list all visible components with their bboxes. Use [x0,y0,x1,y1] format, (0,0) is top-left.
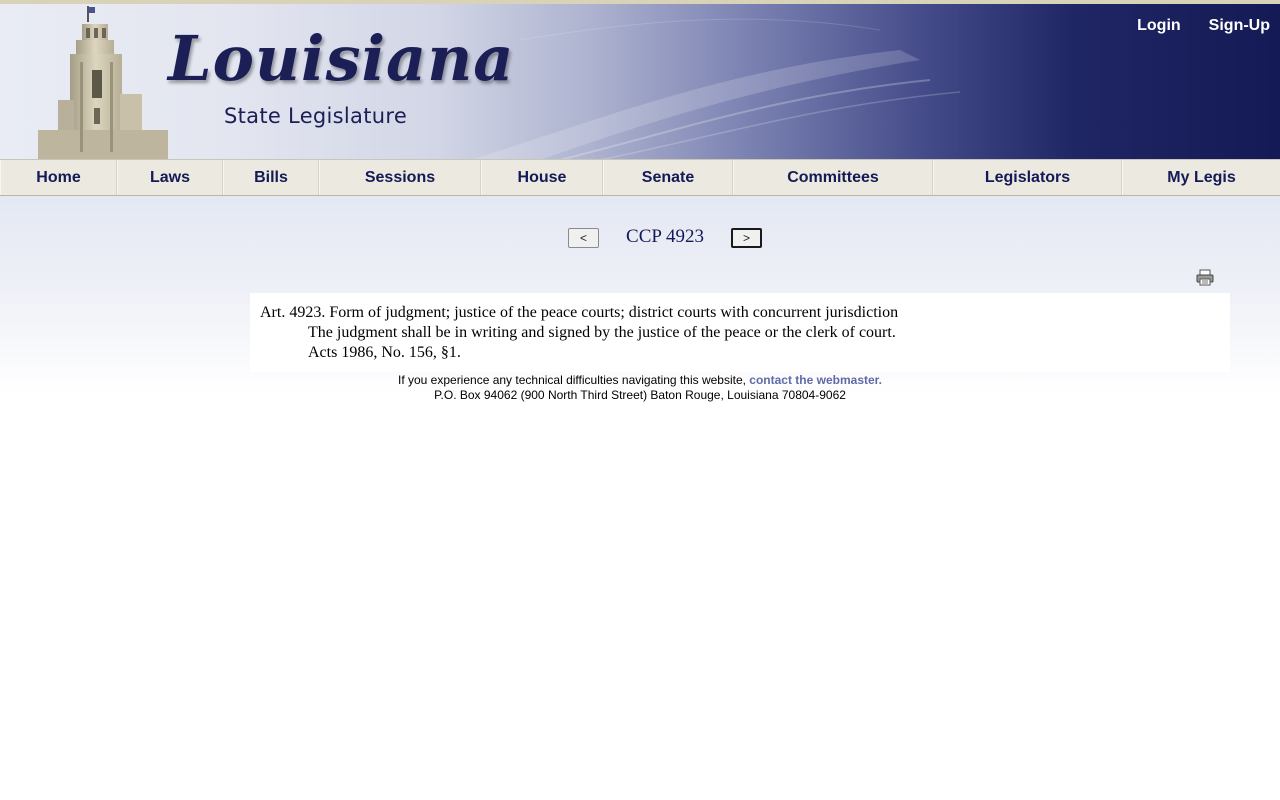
page-footer: If you experience any technical difficul… [0,373,1280,403]
footer-address: P.O. Box 94062 (900 North Third Street) … [434,388,846,402]
nav-item-house[interactable]: House [481,160,603,195]
law-article-history: Acts 1986, No. 156, §1. [308,344,461,361]
print-icon[interactable] [1196,269,1214,286]
previous-law-button[interactable]: < [568,228,599,248]
law-article-heading: Art. 4923. Form of judgment; justice of … [260,304,899,321]
capitol-building-image [38,6,168,160]
auth-links: Login Sign-Up [1137,17,1270,35]
law-pager: < CCP 4923 > [0,226,1280,250]
footer-support-line: If you experience any technical difficul… [0,373,1280,388]
nav-item-bills[interactable]: Bills [223,160,319,195]
logo-title: Louisiana [168,22,515,95]
logo-subtitle: State Legislature [224,104,408,128]
law-text-panel: Art. 4923. Form of judgment; justice of … [250,293,1230,372]
header-banner: Louisiana State Legislature Login Sign-U… [0,0,1280,160]
main-nav: Home Laws Bills Sessions House Senate Co… [0,159,1280,196]
nav-item-my-legis[interactable]: My Legis [1122,160,1280,195]
nav-item-committees[interactable]: Committees [733,160,933,195]
nav-item-sessions[interactable]: Sessions [319,160,481,195]
contact-webmaster-link[interactable]: contact the webmaster. [749,373,882,387]
nav-item-legislators[interactable]: Legislators [933,160,1122,195]
next-law-button[interactable]: > [731,228,762,248]
law-article-body: The judgment shall be in writing and sig… [308,324,896,341]
footer-support-text: If you experience any technical difficul… [397,373,750,387]
nav-item-laws[interactable]: Laws [117,160,223,195]
law-citation-title: CCP 4923 [626,226,704,247]
nav-item-home[interactable]: Home [0,160,117,195]
signup-link[interactable]: Sign-Up [1209,17,1270,35]
login-link[interactable]: Login [1137,17,1181,35]
nav-item-senate[interactable]: Senate [603,160,733,195]
